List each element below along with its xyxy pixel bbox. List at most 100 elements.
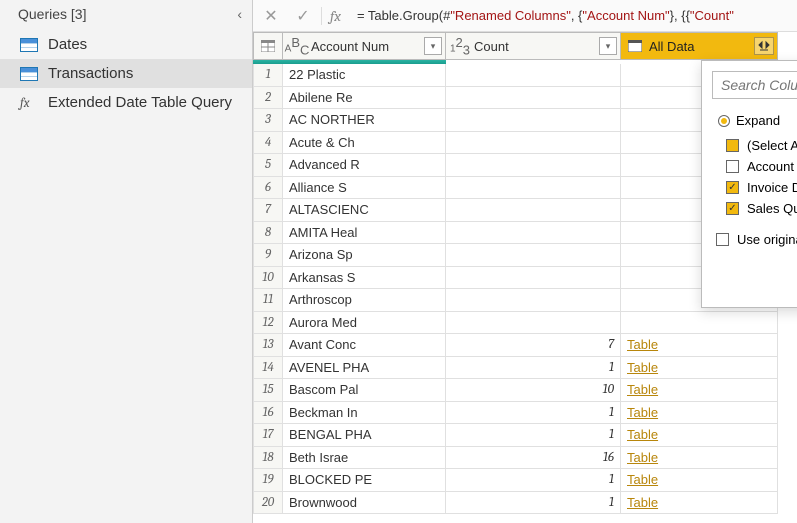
row-number: 8 — [253, 222, 283, 245]
column-label: Count — [474, 39, 599, 54]
cell-count[interactable]: 10 — [446, 379, 621, 402]
cell-account-num[interactable]: Bascom Pal — [283, 379, 446, 402]
cell-count[interactable] — [446, 132, 621, 155]
cell-count[interactable]: 1 — [446, 469, 621, 492]
query-item-extended-date-table-query[interactable]: fx Extended Date Table Query — [0, 88, 252, 117]
cell-count[interactable] — [446, 244, 621, 267]
cell-account-num[interactable]: Aurora Med — [283, 312, 446, 335]
table-row[interactable]: 16Beckman In1Table — [253, 402, 797, 425]
cell-account-num[interactable]: Abilene Re — [283, 87, 446, 110]
table-row[interactable]: 14AVENEL PHA1Table — [253, 357, 797, 380]
queries-panel: Queries [3] ‹ DatesTransactionsfxExtende… — [0, 0, 253, 523]
row-number: 17 — [253, 424, 283, 447]
cell-all-data[interactable]: Table — [621, 447, 778, 470]
column-checkbox-account-num[interactable]: Account Num — [726, 159, 797, 174]
cell-count[interactable]: 1 — [446, 402, 621, 425]
cell-account-num[interactable]: AC NORTHER — [283, 109, 446, 132]
cell-account-num[interactable]: Arizona Sp — [283, 244, 446, 267]
query-label: Extended Date Table Query — [48, 94, 232, 111]
query-item-dates[interactable]: Dates — [0, 30, 252, 59]
row-number: 2 — [253, 87, 283, 110]
cell-count[interactable] — [446, 222, 621, 245]
cell-count[interactable] — [446, 154, 621, 177]
query-label: Transactions — [48, 65, 133, 82]
cell-all-data[interactable]: Table — [621, 424, 778, 447]
cell-account-num[interactable]: Advanced R — [283, 154, 446, 177]
number-type-icon: 123 — [450, 36, 470, 56]
checkbox-label: Use original column name as prefix — [737, 232, 797, 247]
cell-account-num[interactable]: BLOCKED PE — [283, 469, 446, 492]
cell-account-num[interactable]: Avant Conc — [283, 334, 446, 357]
filter-dropdown-icon[interactable]: ▾ — [599, 37, 617, 55]
table-icon — [20, 67, 38, 81]
cell-account-num[interactable]: Acute & Ch — [283, 132, 446, 155]
table-row[interactable]: 15Bascom Pal10Table — [253, 379, 797, 402]
table-row[interactable]: 12Aurora Med — [253, 312, 797, 335]
row-number: 7 — [253, 199, 283, 222]
cell-count[interactable] — [446, 267, 621, 290]
cell-account-num[interactable]: BENGAL PHA — [283, 424, 446, 447]
cell-count[interactable]: 1 — [446, 357, 621, 380]
cell-count[interactable] — [446, 177, 621, 200]
expand-column-icon[interactable] — [754, 37, 774, 55]
column-checkbox-sales-quantity[interactable]: Sales Quantity — [726, 201, 797, 216]
cell-count[interactable] — [446, 109, 621, 132]
cell-count[interactable]: 16 — [446, 447, 621, 470]
cell-account-num[interactable]: 22 Plastic — [283, 64, 446, 87]
cell-count[interactable] — [446, 87, 621, 110]
cell-account-num[interactable]: Arthroscop — [283, 289, 446, 312]
cancel-formula-icon[interactable]: ✕ — [259, 4, 283, 28]
column-checkbox-invoice-date[interactable]: Invoice Date — [726, 180, 797, 195]
prefix-checkbox[interactable]: Use original column name as prefix — [716, 232, 797, 247]
column-header-count[interactable]: 123 Count ▾ — [446, 32, 621, 60]
cell-account-num[interactable]: ALTASCIENC — [283, 199, 446, 222]
cell-count[interactable] — [446, 312, 621, 335]
radio-expand[interactable]: Expand — [718, 113, 780, 128]
row-number: 4 — [253, 132, 283, 155]
formula-input[interactable]: = Table.Group(#"Renamed Columns", {"Acco… — [349, 4, 791, 27]
cell-account-num[interactable]: Arkansas S — [283, 267, 446, 290]
cell-account-num[interactable]: Brownwood — [283, 492, 446, 515]
search-input[interactable] — [712, 71, 797, 99]
row-number: 19 — [253, 469, 283, 492]
cell-all-data[interactable]: Table — [621, 334, 778, 357]
cell-account-num[interactable]: Beckman In — [283, 402, 446, 425]
cell-account-num[interactable]: Alliance S — [283, 177, 446, 200]
row-number-header[interactable] — [253, 32, 283, 60]
cell-account-num[interactable]: AMITA Heal — [283, 222, 446, 245]
fx-icon[interactable]: fx — [321, 7, 341, 25]
cell-all-data[interactable] — [621, 312, 778, 335]
cell-count[interactable] — [446, 289, 621, 312]
cell-count[interactable]: 7 — [446, 334, 621, 357]
table-row[interactable]: 18Beth Israe16Table — [253, 447, 797, 470]
accept-formula-icon[interactable]: ✓ — [291, 4, 315, 28]
collapse-icon[interactable]: ‹ — [237, 6, 242, 22]
table-row[interactable]: 20Brownwood1Table — [253, 492, 797, 515]
table-row[interactable]: 19BLOCKED PE1Table — [253, 469, 797, 492]
row-number: 3 — [253, 109, 283, 132]
cell-all-data[interactable]: Table — [621, 469, 778, 492]
row-number: 10 — [253, 267, 283, 290]
cell-all-data[interactable]: Table — [621, 357, 778, 380]
cell-account-num[interactable]: Beth Israe — [283, 447, 446, 470]
cell-count[interactable]: 1 — [446, 424, 621, 447]
column-header-all-data[interactable]: All Data — [621, 32, 778, 60]
row-number: 20 — [253, 492, 283, 515]
column-label: Account Num — [311, 39, 424, 54]
select-all-columns[interactable]: (Select All Columns) — [726, 138, 797, 153]
column-header-account-num[interactable]: ABC Account Num ▾ — [283, 32, 446, 60]
cell-all-data[interactable]: Table — [621, 379, 778, 402]
cell-count[interactable] — [446, 64, 621, 87]
row-number: 6 — [253, 177, 283, 200]
row-number: 14 — [253, 357, 283, 380]
filter-dropdown-icon[interactable]: ▾ — [424, 37, 442, 55]
cell-all-data[interactable]: Table — [621, 402, 778, 425]
function-icon: fx — [20, 96, 38, 110]
cell-count[interactable] — [446, 199, 621, 222]
cell-account-num[interactable]: AVENEL PHA — [283, 357, 446, 380]
cell-count[interactable]: 1 — [446, 492, 621, 515]
query-item-transactions[interactable]: Transactions — [0, 59, 252, 88]
table-row[interactable]: 13Avant Conc7Table — [253, 334, 797, 357]
cell-all-data[interactable]: Table — [621, 492, 778, 515]
table-row[interactable]: 17BENGAL PHA1Table — [253, 424, 797, 447]
